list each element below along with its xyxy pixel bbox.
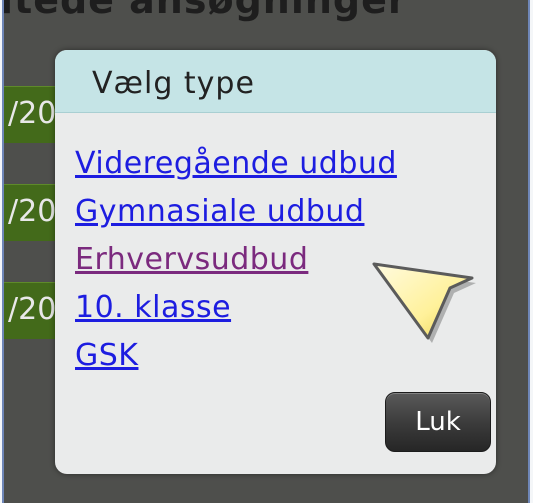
close-button[interactable]: Luk	[385, 392, 491, 452]
dialog-header: Vælg type	[55, 50, 496, 113]
dialog-title: Vælg type	[92, 66, 255, 101]
row-date-label: /20	[8, 96, 57, 131]
type-option-list: Videregående udbud Gymnasiale udbud Erhv…	[75, 146, 397, 386]
row-date-label: /20	[8, 194, 57, 229]
option-10-klasse-link[interactable]: 10. klasse	[75, 290, 231, 325]
page-heading: ltede ansøgninger	[2, 0, 408, 22]
option-gymnasiale-udbud-link[interactable]: Gymnasiale udbud	[75, 194, 364, 229]
option-gsk-link[interactable]: GSK	[75, 338, 138, 373]
row-date-label: /20	[8, 292, 57, 327]
pointer-arrow-icon	[372, 262, 476, 343]
option-erhvervsudbud-link[interactable]: Erhvervsudbud	[75, 242, 308, 277]
option-videregaende-udbud-link[interactable]: Videregående udbud	[75, 146, 397, 181]
